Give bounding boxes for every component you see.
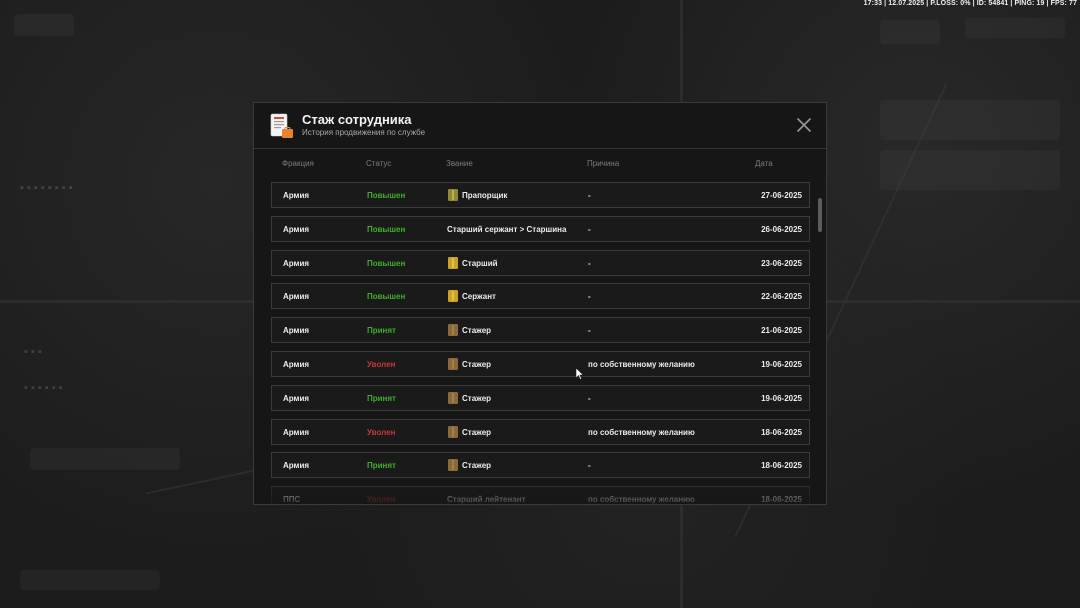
row-faction: Армия [283, 393, 310, 403]
row-faction: Армия [283, 461, 310, 471]
employee-history-modal: Стаж сотрудника История продвижения по с… [253, 102, 827, 505]
document-icon [270, 113, 293, 138]
trainee-insignia-icon [448, 459, 458, 472]
row-reason: - [588, 258, 591, 268]
row-rank: Стажер [462, 326, 492, 336]
table-header: Фракция Статус Звание Причина Дата [254, 148, 826, 182]
row-status: Повышен [367, 258, 406, 268]
row-rank: Стажер [462, 360, 492, 369]
history-table-body[interactable]: Армия Повышен Прапорщик - 27-06-2025 Армия Пов… [271, 182, 811, 505]
col-header-date: Дата [755, 159, 773, 168]
table-row[interactable]: Армия Принят Стажер - 18-06-2025 [271, 452, 810, 479]
table-row[interactable]: Армия Повышен Прапорщик - 27-06-2025 [271, 182, 810, 208]
row-rank: Стажер [462, 393, 492, 403]
row-faction: ППС [283, 495, 301, 505]
row-status: Уволен [367, 427, 396, 437]
col-header-rank: Звание [446, 159, 473, 168]
trainee-insignia-icon [448, 391, 458, 404]
trainee-insignia-icon [448, 324, 458, 337]
row-status: Повышен [367, 224, 406, 234]
table-row[interactable]: Армия Повышен Сержант - 22-06-2025 [271, 283, 810, 310]
row-reason: - [588, 292, 591, 302]
modal-header: Стаж сотрудника История продвижения по с… [254, 103, 826, 149]
row-rank: Старший лейтенант [447, 495, 526, 505]
row-rank: Сержант [462, 292, 496, 302]
row-reason: - [588, 224, 591, 234]
col-header-status: Статус [366, 159, 392, 168]
row-date: 21-06-2025 [761, 326, 802, 336]
row-date: 18-06-2025 [761, 495, 802, 505]
row-status: Повышен [367, 191, 406, 200]
row-faction: Армия [283, 326, 310, 336]
sergeant-insignia-icon [448, 290, 458, 303]
table-row[interactable]: ППС Уволен Старший лейтенант по собственном… [271, 486, 810, 505]
scrollbar[interactable] [818, 198, 822, 498]
row-date: 18-06-2025 [761, 461, 802, 471]
row-date: 18-06-2025 [761, 427, 802, 437]
table-row[interactable]: Армия Повышен Старший сержант > Старшина - 2… [271, 215, 810, 242]
trainee-insignia-icon [448, 358, 458, 370]
row-reason: - [588, 191, 591, 200]
row-faction: Армия [283, 224, 310, 234]
row-reason: по собственному желанию [588, 360, 695, 369]
row-rank: Стажер [462, 461, 492, 471]
col-header-reason: Причина [587, 159, 620, 168]
col-header-faction: Фракция [282, 159, 314, 168]
senior-insignia-icon [448, 256, 458, 269]
row-faction: Армия [283, 292, 310, 302]
row-status: Уволен [367, 495, 396, 505]
row-faction: Армия [283, 258, 310, 268]
table-row[interactable]: Армия Уволен Стажер по собственному желанию… [271, 418, 810, 445]
row-rank: Старший [462, 258, 498, 268]
row-date: 23-06-2025 [761, 258, 802, 268]
modal-title: Стаж сотрудника [302, 112, 412, 127]
row-status: Принят [367, 461, 396, 471]
row-reason: - [588, 461, 591, 471]
row-date: 19-06-2025 [761, 393, 802, 403]
row-date: 27-06-2025 [761, 191, 802, 200]
row-date: 22-06-2025 [761, 292, 802, 302]
row-faction: Армия [283, 191, 310, 200]
row-rank: Стажер [462, 427, 492, 437]
table-row[interactable]: Армия Повышен Старший - 23-06-2025 [271, 249, 810, 276]
status-bar: 17:33 | 12.07.2025 | P.LOSS: 0% | ID: 54… [863, 0, 1077, 7]
row-faction: Армия [283, 360, 310, 369]
row-status: Повышен [367, 292, 406, 302]
mouse-cursor-icon [576, 368, 584, 380]
row-status: Принят [367, 326, 396, 336]
trainee-insignia-icon [448, 425, 458, 438]
close-icon[interactable] [797, 118, 811, 132]
modal-subtitle: История продвижения по службе [302, 128, 426, 137]
table-row[interactable]: Армия Принят Стажер - 21-06-2025 [271, 317, 810, 344]
row-date: 26-06-2025 [761, 224, 802, 234]
row-reason: по собственному желанию [588, 427, 695, 437]
row-reason: - [588, 326, 591, 336]
row-rank: Старший сержант > Старшина [447, 224, 567, 234]
row-status: Уволен [367, 360, 396, 369]
row-rank: Прапорщик [462, 191, 508, 200]
ensign-insignia-icon [448, 189, 458, 201]
row-status: Принят [367, 393, 396, 403]
row-date: 19-06-2025 [761, 360, 802, 369]
table-row[interactable]: Армия Уволен Стажер по собственному желанию… [271, 351, 810, 377]
table-row[interactable]: Армия Принят Стажер - 19-06-2025 [271, 384, 810, 411]
row-reason: - [588, 393, 591, 403]
scrollbar-thumb[interactable] [818, 198, 822, 232]
row-reason: по собственному желанию [588, 495, 695, 505]
row-faction: Армия [283, 427, 310, 437]
